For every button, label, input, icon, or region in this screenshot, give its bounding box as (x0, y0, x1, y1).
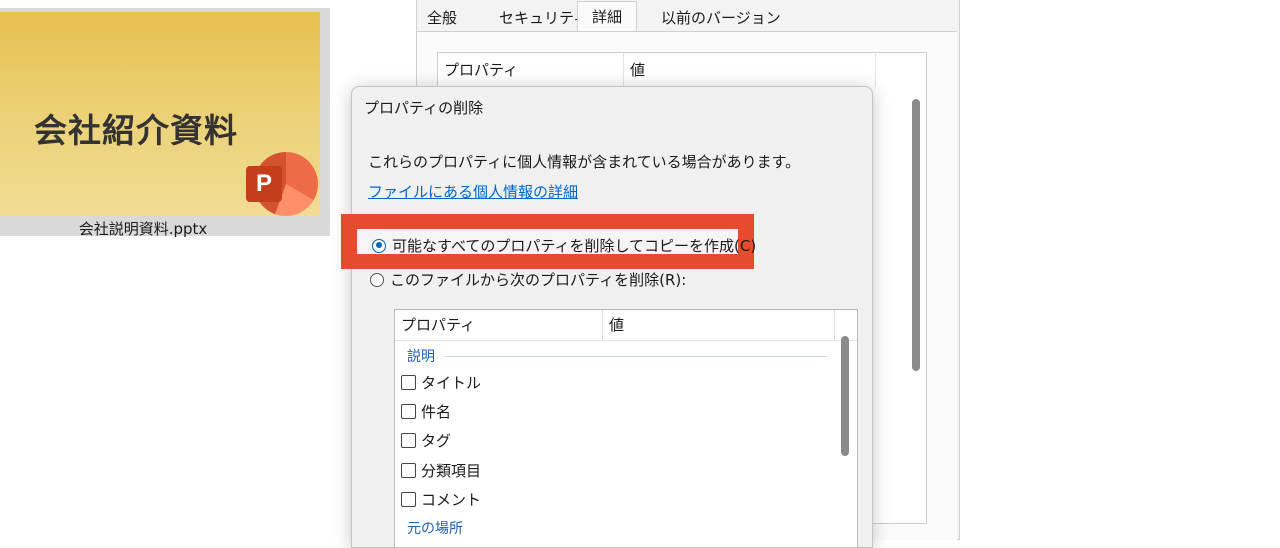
list-scrollbar[interactable] (841, 336, 849, 456)
tab-bar: 全般 セキュリティ 詳細 以前のバージョン (417, 0, 959, 32)
group-header-description: 説明 (407, 346, 827, 366)
tab-security[interactable]: セキュリティ (499, 5, 588, 31)
file-thumbnail[interactable]: 会社紹介資料 P 会社説明資料.pptx (0, 8, 330, 238)
checkbox-icon (401, 492, 416, 507)
tab-general[interactable]: 全般 (427, 5, 457, 31)
checkbox-icon (401, 375, 416, 390)
dialog-title: プロパティの削除 (364, 99, 484, 117)
dialog-body: これらのプロパティに個人情報が含まれている場合があります。 ファイルにある個人情… (352, 129, 872, 547)
group-header-origin: 元の場所 (407, 521, 463, 537)
column-header-property[interactable]: プロパティ (438, 53, 624, 87)
checkbox-icon (401, 404, 416, 419)
personal-info-details-link[interactable]: ファイルにある個人情報の詳細 (368, 181, 578, 202)
slide-preview: 会社紹介資料 P (0, 12, 320, 216)
checkbox-categories[interactable]: 分類項目 (401, 460, 481, 481)
list-header: プロパティ 値 (395, 310, 857, 341)
checkbox-icon (401, 463, 416, 478)
column-header-value[interactable]: 値 (603, 310, 835, 340)
checkbox-title[interactable]: タイトル (401, 372, 481, 393)
checkbox-subject[interactable]: 件名 (401, 401, 451, 422)
slide-title: 会社紹介資料 (34, 111, 238, 150)
radio-remove-from-file[interactable]: このファイルから次のプロパティを削除(R): (370, 269, 686, 290)
radio-label-remove: このファイルから次のプロパティを削除(R): (390, 271, 687, 289)
checkbox-comments[interactable]: コメント (401, 489, 481, 510)
checkbox-icon (401, 433, 416, 448)
file-name: 会社説明資料.pptx (78, 220, 208, 238)
tab-details[interactable]: 詳細 (577, 1, 638, 32)
radio-unchecked-icon (370, 272, 384, 287)
privacy-message: これらのプロパティに個人情報が含まれている場合があります。 (368, 153, 801, 171)
column-header-property[interactable]: プロパティ (395, 310, 603, 340)
column-header-value[interactable]: 値 (624, 53, 876, 87)
scrollbar[interactable] (912, 99, 920, 371)
property-checklist: プロパティ 値 説明 タイトル 件名 タグ 分類項目 コメント 元の場所 (394, 309, 858, 547)
powerpoint-icon: P (246, 152, 318, 218)
remove-properties-dialog: プロパティの削除 これらのプロパティに個人情報が含まれている場合があります。 フ… (351, 86, 873, 548)
checkbox-tags[interactable]: タグ (401, 430, 451, 451)
tab-previous-versions[interactable]: 以前のバージョン (661, 5, 781, 31)
